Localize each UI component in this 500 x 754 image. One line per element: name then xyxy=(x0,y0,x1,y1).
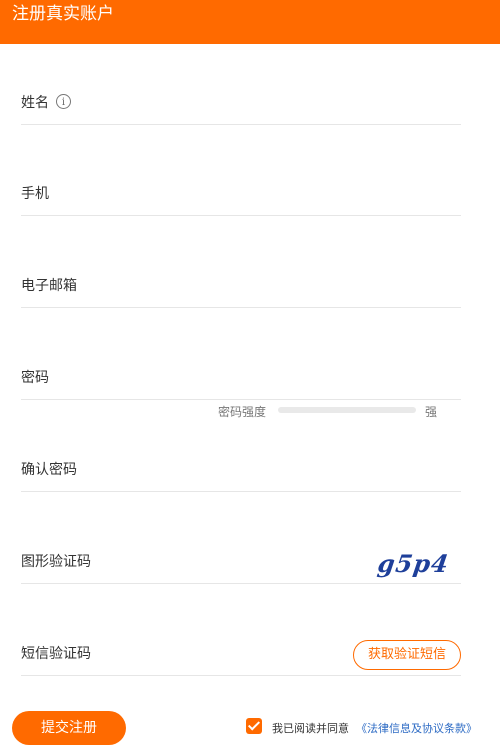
checkbox-checked-icon[interactable] xyxy=(246,718,262,734)
password-strength-label: 密码强度 xyxy=(218,405,267,419)
name-label: 姓名 xyxy=(21,95,49,111)
agreement-text: 我已阅读并同意 xyxy=(272,722,349,735)
phone-field[interactable]: 手机 xyxy=(21,171,461,216)
submit-button[interactable]: 提交注册 xyxy=(12,711,126,745)
password-label: 密码 xyxy=(21,370,49,386)
header-bar: 注册真实账户 xyxy=(0,0,500,44)
agreement-row: 我已阅读并同意 《法律信息及协议条款》 xyxy=(246,717,486,737)
email-field[interactable]: 电子邮箱 xyxy=(21,263,461,308)
confirm-password-label: 确认密码 xyxy=(21,462,77,478)
password-strength-max-label: 强 xyxy=(425,405,438,419)
info-icon[interactable]: i xyxy=(56,94,71,109)
sms-code-label: 短信验证码 xyxy=(21,646,91,662)
email-label: 电子邮箱 xyxy=(21,278,77,294)
agreement-link[interactable]: 《法律信息及协议条款》 xyxy=(356,720,477,736)
name-field[interactable]: 姓名 i xyxy=(21,80,461,125)
password-field[interactable]: 密码 xyxy=(21,355,461,400)
captcha-label: 图形验证码 xyxy=(21,554,91,570)
captcha-image[interactable]: g5p4 xyxy=(376,549,451,578)
phone-label: 手机 xyxy=(21,186,49,202)
confirm-password-field[interactable]: 确认密码 xyxy=(21,447,461,492)
get-sms-code-button[interactable]: 获取验证短信 xyxy=(353,640,461,670)
page-title: 注册真实账户 xyxy=(12,4,114,24)
password-strength-row: 密码强度 强 xyxy=(0,400,500,420)
password-strength-bar xyxy=(278,407,416,413)
